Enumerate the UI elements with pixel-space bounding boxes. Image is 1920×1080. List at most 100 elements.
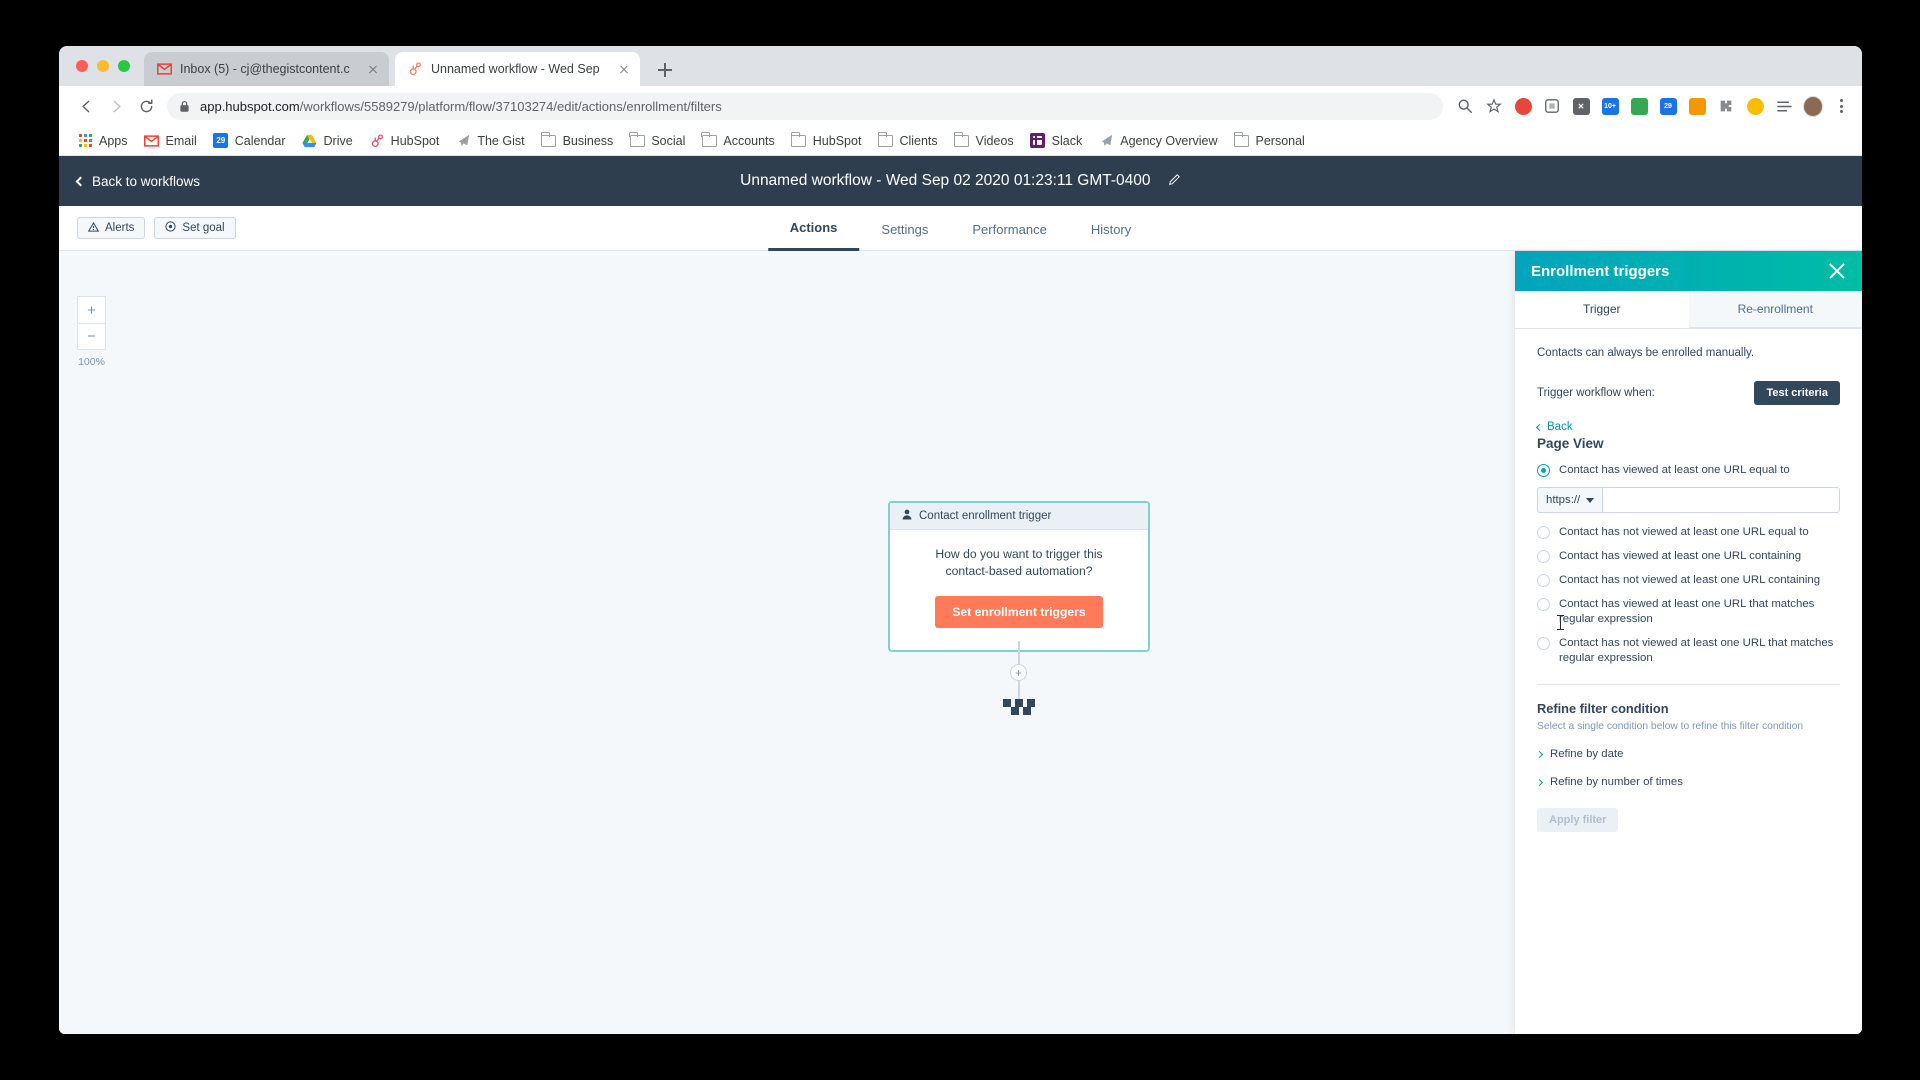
tab-label: Performance: [972, 221, 1047, 237]
workflow-title-text: Unnamed workflow - Wed Sep 02 2020 01:23…: [740, 172, 1151, 190]
panel-tab-re-enrollment[interactable]: Re-enrollment: [1688, 291, 1862, 328]
browser-tab-workflow[interactable]: Unnamed workflow - Wed Sep: [395, 52, 640, 86]
extension-count-10-icon[interactable]: 10+: [1600, 96, 1620, 116]
bookmark-hubspot[interactable]: HubSpot: [361, 130, 448, 152]
star-icon[interactable]: [1484, 96, 1504, 116]
bookmark-label: Social: [651, 133, 686, 148]
tab-performance[interactable]: Performance: [950, 207, 1068, 251]
close-tab-icon[interactable]: [365, 61, 381, 77]
zoom-in-button[interactable]: +: [77, 296, 106, 323]
bookmark-personal[interactable]: Personal: [1226, 130, 1313, 152]
filter-option-0[interactable]: Contact has viewed at least one URL equa…: [1537, 463, 1840, 478]
browser-tab-inbox[interactable]: Inbox (5) - cj@thegistcontent.c: [144, 52, 389, 86]
bookmark-business[interactable]: Business: [533, 130, 622, 152]
extension-puzzle2-icon[interactable]: [1716, 96, 1736, 116]
bookmark-label: Drive: [323, 133, 353, 148]
extension-yellow-icon[interactable]: [1745, 96, 1765, 116]
chevron-left-icon: [1535, 423, 1544, 431]
bookmark-the-gist[interactable]: The Gist: [447, 130, 532, 152]
bookmark-accounts[interactable]: Accounts: [693, 130, 782, 152]
tab-actions[interactable]: Actions: [767, 207, 860, 251]
radio-icon[interactable]: [1537, 598, 1550, 612]
url-input[interactable]: [1602, 487, 1840, 514]
search-icon[interactable]: [1455, 96, 1475, 116]
address-bar[interactable]: app.hubspot.com/workflows/5589279/platfo…: [167, 92, 1443, 120]
refine-filter-subtitle: Select a single condition below to refin…: [1537, 721, 1804, 733]
radio-icon[interactable]: [1537, 526, 1550, 540]
extension-orange-icon[interactable]: [1687, 96, 1707, 116]
close-tab-icon[interactable]: [616, 61, 632, 77]
tab-settings[interactable]: Settings: [859, 207, 950, 251]
panel-tab-label: Trigger: [1582, 302, 1621, 316]
bookmark-agency-overview[interactable]: Agency Overview: [1090, 130, 1225, 152]
profile-avatar[interactable]: [1803, 95, 1823, 117]
bookmark-social[interactable]: Social: [621, 130, 693, 152]
filter-option-5[interactable]: Contact has not viewed at least one URL …: [1537, 636, 1840, 666]
refine-by-number-of-times-item[interactable]: Refine by number of times: [1535, 776, 1840, 788]
extension-x-icon[interactable]: ✕: [1571, 96, 1591, 116]
reading-list-icon[interactable]: [1774, 96, 1794, 116]
test-criteria-button[interactable]: Test criteria: [1754, 381, 1840, 405]
toolbar-icons: ✕ 10+ 29: [1451, 95, 1850, 117]
bookmark-videos[interactable]: Videos: [946, 130, 1022, 152]
zoom-level-label: 100%: [78, 356, 105, 368]
maximize-window-button[interactable]: [118, 60, 130, 72]
minimize-window-button[interactable]: [97, 60, 109, 72]
refine-by-date-item[interactable]: Refine by date: [1535, 748, 1840, 760]
radio-icon[interactable]: [1537, 637, 1550, 651]
new-tab-button[interactable]: [653, 58, 677, 82]
browser-window: Inbox (5) - cj@thegistcontent.c Unnamed …: [59, 46, 1862, 1034]
close-icon[interactable]: [1828, 262, 1846, 280]
extension-green-icon[interactable]: [1629, 96, 1649, 116]
pencil-icon[interactable]: [1168, 172, 1181, 190]
bookmark-apps[interactable]: Apps: [69, 130, 136, 152]
filter-type-heading: Page View: [1537, 436, 1604, 451]
bookmark-hubspot-folder[interactable]: HubSpot: [783, 130, 870, 152]
panel-back-link[interactable]: Back: [1535, 421, 1840, 433]
workflow-canvas[interactable]: + − 100% Contact enrollment trigger How …: [59, 251, 1862, 1034]
radio-icon[interactable]: [1537, 464, 1550, 477]
alerts-button[interactable]: Alerts: [77, 217, 146, 239]
filter-option-3[interactable]: Contact has not viewed at least one URL …: [1537, 573, 1840, 588]
radio-icon[interactable]: [1537, 574, 1550, 588]
add-action-button[interactable]: +: [1010, 664, 1027, 681]
zoom-in-label: +: [87, 301, 96, 319]
filter-option-1[interactable]: Contact has not viewed at least one URL …: [1537, 525, 1840, 540]
chevron-right-icon: [1535, 750, 1544, 758]
contact-person-icon: [902, 509, 912, 523]
bookmark-label: Slack: [1051, 133, 1083, 148]
bookmark-calendar[interactable]: 29 Calendar: [205, 130, 294, 152]
reload-icon[interactable]: [131, 91, 161, 121]
node-header-label: Contact enrollment trigger: [919, 510, 1052, 522]
bookmark-label: Clients: [899, 133, 938, 148]
extension-record-icon[interactable]: [1513, 96, 1533, 116]
bookmark-clients[interactable]: Clients: [869, 130, 945, 152]
bookmark-label: HubSpot: [390, 133, 440, 148]
bookmark-slack[interactable]: Slack: [1022, 130, 1091, 152]
back-icon[interactable]: [71, 91, 101, 121]
tab-history[interactable]: History: [1069, 207, 1153, 251]
radio-icon[interactable]: [1537, 550, 1550, 564]
filter-option-4[interactable]: Contact has viewed at least one URL that…: [1537, 597, 1840, 627]
protocol-value: https://: [1546, 494, 1581, 507]
contact-enrollment-trigger-node[interactable]: Contact enrollment trigger How do you wa…: [888, 501, 1150, 652]
apply-filter-button[interactable]: Apply filter: [1537, 808, 1619, 833]
alerts-label: Alerts: [105, 222, 135, 234]
zoom-out-button[interactable]: −: [77, 323, 106, 350]
set-goal-button[interactable]: Set goal: [154, 217, 236, 239]
gist-icon: [455, 133, 471, 149]
browser-toolbar: app.hubspot.com/workflows/5589279/platfo…: [59, 86, 1862, 126]
set-enrollment-triggers-button[interactable]: Set enrollment triggers: [935, 595, 1103, 628]
bookmark-drive[interactable]: Drive: [294, 130, 361, 152]
protocol-select[interactable]: https://: [1537, 487, 1603, 514]
extension-puzzle-icon[interactable]: [1542, 96, 1562, 116]
zoom-out-label: −: [87, 328, 96, 345]
browser-menu-kebab-icon[interactable]: [1832, 96, 1850, 116]
panel-tab-trigger[interactable]: Trigger: [1515, 291, 1689, 328]
extension-blue-29-icon[interactable]: 29: [1658, 96, 1678, 116]
bookmark-email[interactable]: Email: [136, 130, 205, 152]
close-window-button[interactable]: [76, 60, 88, 72]
bookmark-label: Videos: [975, 133, 1014, 148]
filter-option-2[interactable]: Contact has viewed at least one URL cont…: [1537, 549, 1840, 564]
forward-icon[interactable]: [101, 91, 131, 121]
